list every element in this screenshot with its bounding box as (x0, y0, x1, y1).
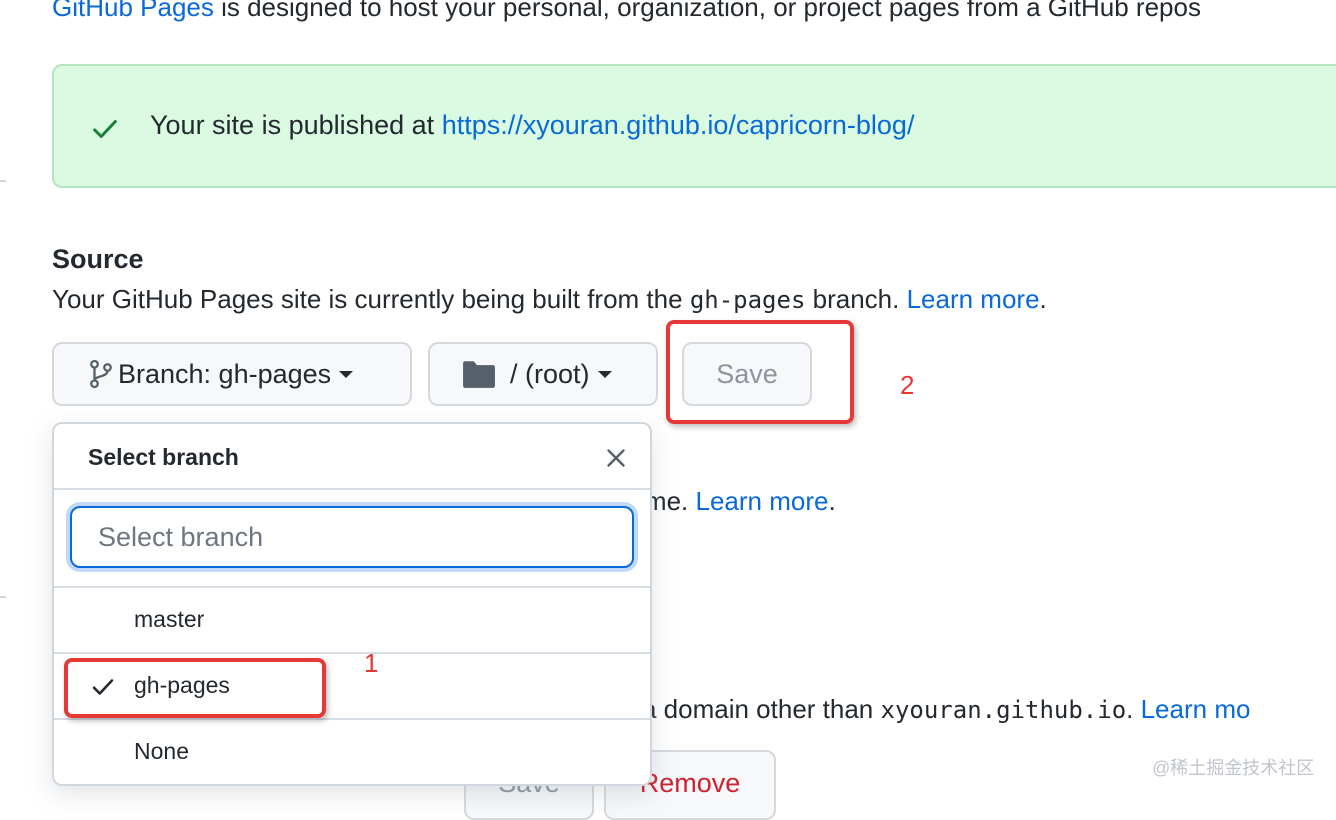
intro-text: GitHub Pages is designed to host your pe… (52, 0, 1201, 23)
folder-button-label: / (root) (510, 358, 590, 389)
annotation-box-gh-pages (64, 658, 326, 718)
published-label: Your site is published at (150, 110, 442, 140)
intro-description: is designed to host your personal, organ… (213, 0, 1201, 22)
check-icon (93, 120, 117, 138)
caret-down-icon (597, 370, 612, 378)
select-branch-menu: Select branch master gh-pages None (52, 422, 652, 786)
site-url-link[interactable]: https://xyouran.github.io/capricorn-blog… (442, 110, 915, 140)
watermark: @稀土掘金技术社区 (1152, 758, 1315, 778)
folder-icon (463, 361, 495, 388)
annotation-box-save (666, 320, 854, 424)
branch-item-label: master (134, 606, 205, 632)
branch-item-master[interactable]: master (54, 588, 650, 654)
published-message: Your site is published at https://xyoura… (150, 110, 914, 141)
annotation-number-1: 1 (364, 648, 379, 678)
filter-zone (54, 490, 650, 588)
branch-item-none[interactable]: None (54, 720, 650, 784)
branch-button-label: Branch: gh-pages (118, 358, 332, 389)
menu-header: Select branch (54, 424, 650, 490)
close-icon[interactable] (604, 446, 628, 470)
source-heading: Source (52, 244, 144, 274)
branch-filter-input[interactable] (70, 506, 634, 568)
theme-learn-more-link[interactable]: Learn more (696, 486, 829, 516)
domain-learn-more-link[interactable]: Learn mo (1141, 694, 1251, 724)
edge-mark (0, 180, 6, 182)
source-description: Your GitHub Pages site is currently bein… (52, 284, 1047, 314)
branch-code: gh-pages (689, 286, 806, 314)
edge-mark (0, 596, 6, 598)
github-pages-link[interactable]: GitHub Pages (52, 0, 214, 22)
menu-title: Select branch (88, 444, 239, 470)
published-flash: Your site is published at https://xyoura… (52, 64, 1336, 188)
caret-down-icon (339, 370, 354, 378)
folder-select-button[interactable]: / (root) (428, 342, 658, 406)
branch-item-label: None (134, 738, 189, 764)
branch-select-button[interactable]: Branch: gh-pages (52, 342, 412, 406)
custom-domain-description: rom a domain other than xyouran.github.i… (590, 694, 1251, 724)
domain-code: xyouran.github.io (880, 696, 1127, 724)
learn-more-link[interactable]: Learn more (907, 284, 1040, 314)
git-branch-icon (90, 359, 112, 389)
annotation-number-2: 2 (900, 370, 915, 400)
